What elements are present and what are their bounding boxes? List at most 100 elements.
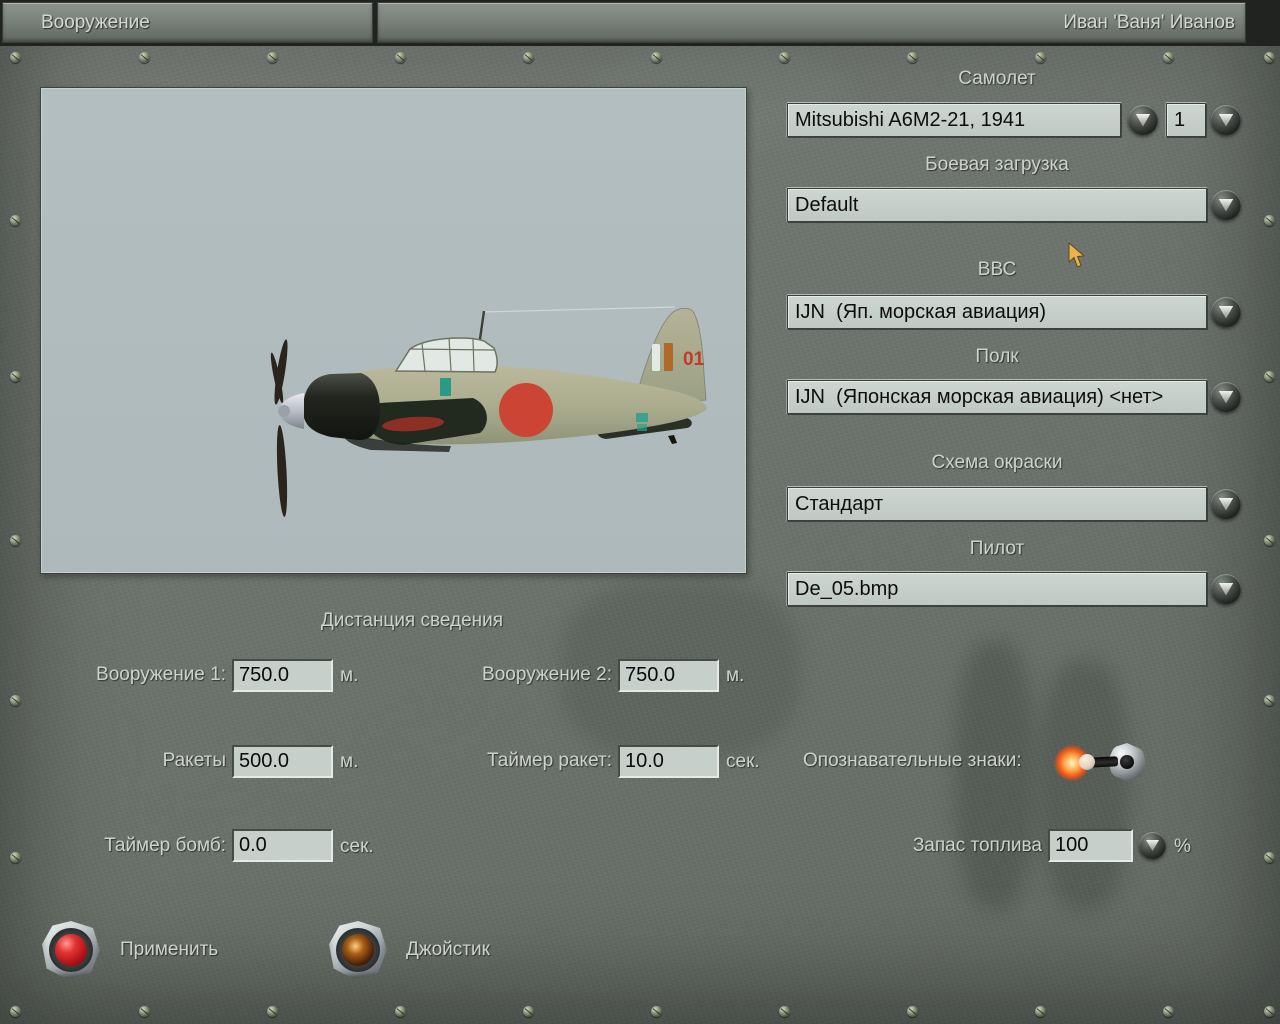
tab-armament-label: Вооружение — [41, 12, 150, 33]
screw-icon — [1163, 52, 1174, 63]
regiment-dropdown-button[interactable] — [1211, 382, 1241, 412]
fuel-dropdown-button[interactable] — [1139, 832, 1166, 859]
screw-icon — [267, 52, 278, 63]
chevron-down-icon — [1218, 305, 1234, 319]
convergence-title: Дистанция сведения — [320, 610, 504, 631]
screw-icon — [139, 52, 150, 63]
screw-icon — [779, 52, 790, 63]
screw-icon — [1035, 1006, 1046, 1017]
apply-button[interactable] — [42, 921, 100, 979]
paint-scheme-dropdown-button[interactable] — [1211, 489, 1241, 519]
weapon1-input[interactable] — [232, 659, 333, 692]
chevron-down-icon — [1218, 390, 1234, 404]
weapon1-label: Вооружение 1: — [96, 664, 226, 685]
pilot-name-bar: Иван 'Ваня' Иванов — [377, 2, 1246, 43]
apply-button-label[interactable]: Применить — [120, 939, 218, 961]
screw-icon — [395, 52, 406, 63]
aircraft-count-dropdown-button[interactable] — [1211, 105, 1241, 135]
joystick-button[interactable] — [329, 921, 387, 979]
bomb-timer-unit: сек. — [340, 836, 374, 857]
joystick-button-label[interactable]: Джойстик — [406, 939, 490, 961]
chevron-down-icon — [1218, 497, 1234, 511]
fuel-unit: % — [1174, 836, 1191, 857]
markings-toggle[interactable] — [1052, 739, 1146, 785]
bomb-timer-label: Таймер бомб: — [104, 835, 226, 856]
paint-scheme-select[interactable]: Стандарт — [787, 487, 1207, 521]
screw-icon — [10, 695, 21, 706]
screw-icon — [1264, 695, 1275, 706]
pilot-skin-label: Пилот — [969, 538, 1025, 559]
amber-dome-icon — [342, 934, 374, 966]
toggle-pivot-icon — [1120, 755, 1134, 769]
loadout-select[interactable]: Default — [787, 188, 1207, 222]
rocket-timer-input[interactable] — [618, 745, 719, 778]
screw-icon — [651, 52, 662, 63]
screw-icon — [1035, 52, 1046, 63]
rockets-input[interactable] — [232, 745, 333, 778]
aircraft-preview-panel: 01 — [40, 87, 747, 574]
weapon2-label: Вооружение 2: — [482, 664, 612, 685]
screw-icon — [1264, 52, 1275, 63]
pilot-name-label: Иван 'Ваня' Иванов — [1063, 12, 1235, 33]
tail-number: 01 — [683, 349, 705, 370]
rockets-label: Ракеты — [162, 750, 226, 771]
background-barrel — [1040, 660, 1130, 910]
screw-icon — [10, 1006, 21, 1017]
pilot-skin-dropdown-button[interactable] — [1211, 574, 1241, 604]
screw-icon — [10, 52, 21, 63]
aircraft-dropdown-button[interactable] — [1128, 105, 1158, 135]
aircraft-label: Самолет — [958, 68, 1036, 89]
aircraft-select[interactable]: Mitsubishi A6M2-21, 1941 — [787, 103, 1121, 137]
chevron-down-icon — [1146, 840, 1159, 851]
screw-icon — [907, 52, 918, 63]
screw-icon — [779, 1006, 790, 1017]
screw-icon — [10, 371, 21, 382]
screw-icon — [1264, 535, 1275, 546]
chevron-down-icon — [1218, 113, 1234, 127]
weapon1-unit: м. — [340, 665, 359, 686]
title-bar: Вооружение Иван 'Ваня' Иванов — [0, 0, 1280, 46]
airforce-dropdown-button[interactable] — [1211, 297, 1241, 327]
screw-icon — [1264, 852, 1275, 863]
aircraft-count-field[interactable]: 1 — [1166, 103, 1206, 137]
fuel-input[interactable] — [1048, 829, 1133, 862]
screw-icon — [10, 852, 21, 863]
red-dome-icon — [55, 934, 87, 966]
tab-armament[interactable]: Вооружение — [2, 2, 373, 43]
aircraft-side-view: 01 — [270, 306, 707, 517]
rockets-unit: м. — [340, 751, 359, 772]
airforce-label: ВВС — [977, 259, 1017, 280]
screw-icon — [395, 1006, 406, 1017]
background-barrel — [955, 640, 1035, 910]
toggle-knob-icon — [1079, 754, 1095, 770]
fuel-label: Запас топлива — [912, 835, 1042, 856]
screw-icon — [1163, 1006, 1174, 1017]
markings-label: Опознавательные знаки: — [803, 750, 1022, 771]
rocket-timer-unit: сек. — [726, 751, 760, 772]
screw-icon — [139, 1006, 150, 1017]
regiment-select[interactable]: IJN (Японская морская авиация) <нет> — [787, 380, 1207, 414]
loadout-label: Боевая загрузка — [925, 154, 1069, 175]
screw-icon — [651, 1006, 662, 1017]
chevron-down-icon — [1218, 582, 1234, 596]
screw-icon — [1264, 371, 1275, 382]
weapon2-unit: м. — [726, 665, 745, 686]
screw-icon — [1264, 1006, 1275, 1017]
screw-icon — [1264, 215, 1275, 226]
screw-icon — [907, 1006, 918, 1017]
loadout-dropdown-button[interactable] — [1211, 190, 1241, 220]
chevron-down-icon — [1135, 113, 1151, 127]
chevron-down-icon — [1218, 198, 1234, 212]
bomb-timer-input[interactable] — [232, 829, 333, 862]
screw-icon — [267, 1006, 278, 1017]
screw-icon — [523, 1006, 534, 1017]
paint-scheme-label: Схема окраски — [931, 452, 1063, 473]
pilot-skin-select[interactable]: De_05.bmp — [787, 572, 1207, 606]
screw-icon — [523, 52, 534, 63]
screw-icon — [10, 215, 21, 226]
regiment-label: Полк — [975, 346, 1019, 367]
screw-icon — [10, 535, 21, 546]
armament-screen: Вооружение Иван 'Ваня' Иванов 01 Самолет… — [0, 0, 1280, 1024]
airforce-select[interactable]: IJN (Яп. морская авиация) — [787, 295, 1207, 329]
weapon2-input[interactable] — [618, 659, 719, 692]
